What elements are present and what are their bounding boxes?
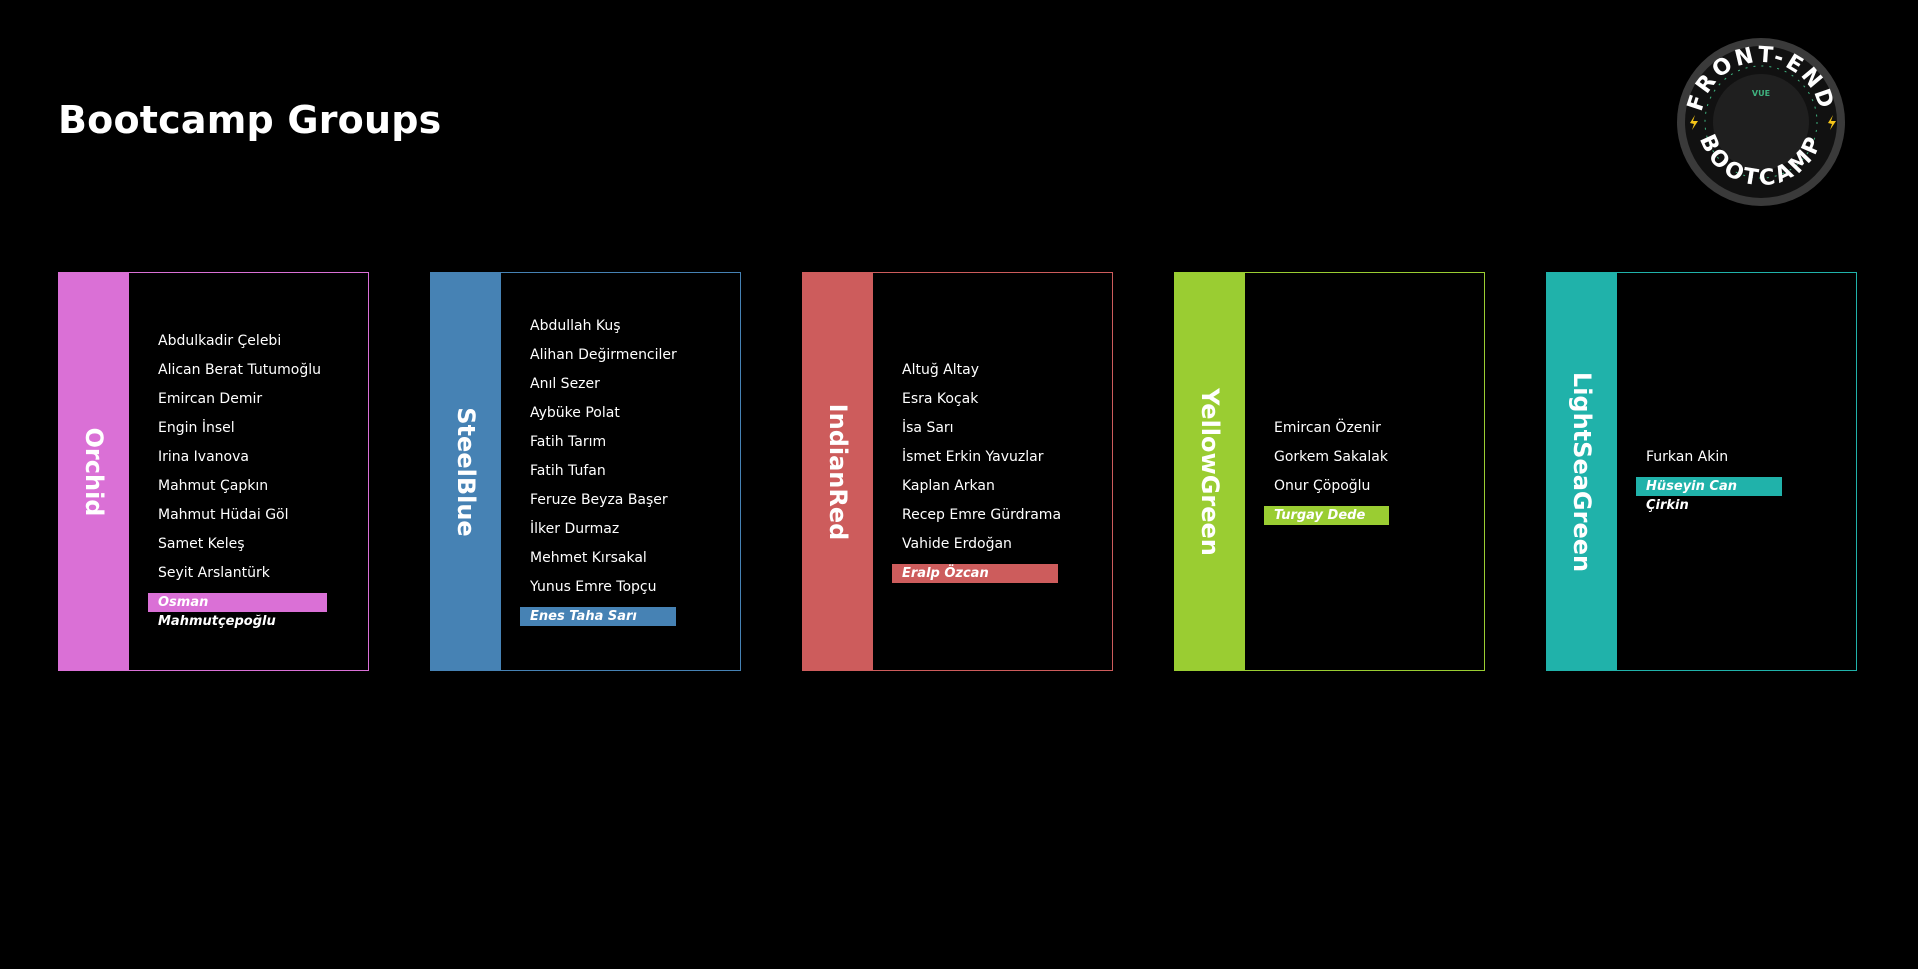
mentor-name: Turgay Dede	[1264, 505, 1389, 525]
front-end-bootcamp-logo: FRONT-END BOOTCAMP VUE	[1677, 38, 1845, 206]
member-name: İlker Durmaz	[530, 521, 620, 537]
group-color-bar: YellowGreen	[1174, 272, 1245, 671]
member-name: Gorkem Sakalak	[1274, 448, 1388, 465]
member-name: Furkan Akin	[1646, 448, 1729, 465]
member-name: Mahmut Çapkın	[158, 477, 269, 494]
mentor-name: Hüseyin Can Çirkin	[1636, 476, 1782, 513]
member-name: Emircan Demir	[158, 390, 263, 407]
member-name: Mahmut Hüdai Göl	[158, 506, 289, 523]
member-list: Abdullah Kuş Alihan Değirmenciler Anıl S…	[501, 273, 740, 670]
member-name: İsmet Erkin Yavuzlar	[902, 448, 1044, 465]
member-name: İsa Sarı	[902, 419, 954, 436]
mentor-name: Osman Mahmutçepoğlu	[148, 592, 327, 629]
member-name: Engin İnsel	[158, 419, 235, 436]
member-name: Fatih Tufan	[530, 463, 606, 479]
member-name: Altuğ Altay	[902, 361, 979, 378]
group-color-bar: IndianRed	[802, 272, 873, 671]
page-title: Bootcamp Groups	[58, 98, 442, 142]
group-name: YellowGreen	[1195, 387, 1224, 556]
member-list: Altuğ Altay Esra Koçak İsa Sarı İsmet Er…	[873, 273, 1112, 670]
group-name: SteelBlue	[451, 406, 480, 537]
member-name: Recep Emre Gürdrama	[902, 506, 1062, 523]
group-name: IndianRed	[823, 403, 852, 540]
member-name: Feruze Beyza Başer	[530, 492, 668, 508]
member-name: Samet Keleş	[158, 535, 245, 552]
member-list: Furkan Akin Hüseyin Can Çirkin	[1617, 273, 1856, 670]
group-card-orchid: Orchid Abdulkadir Çelebi Alican Berat Tu…	[58, 272, 369, 671]
group-card-indianred: IndianRed Altuğ Altay Esra Koçak İsa Sar…	[802, 272, 1113, 671]
group-name: Orchid	[79, 427, 108, 516]
member-name: Esra Koçak	[902, 390, 979, 407]
member-name: Seyit Arslantürk	[158, 564, 270, 581]
member-name: Abdulkadir Çelebi	[158, 332, 282, 349]
group-color-bar: LightSeaGreen	[1546, 272, 1617, 671]
member-name: Anıl Sezer	[530, 376, 600, 392]
member-name: Fatih Tarım	[530, 434, 607, 450]
group-card-steelblue: SteelBlue Abdullah Kuş Alihan Değirmenci…	[430, 272, 741, 671]
member-name: Onur Çöpoğlu	[1274, 477, 1371, 494]
mentor-name: Eralp Özcan	[892, 563, 1058, 583]
group-card-yellowgreen: YellowGreen Emircan Özenir Gorkem Sakala…	[1174, 272, 1485, 671]
member-name: Alican Berat Tutumoğlu	[158, 361, 321, 378]
member-name: Mehmet Kırsakal	[530, 550, 647, 566]
group-color-bar: SteelBlue	[430, 272, 501, 671]
member-name: Yunus Emre Topçu	[530, 579, 657, 595]
member-name: Irina Ivanova	[158, 448, 249, 465]
member-list: Abdulkadir Çelebi Alican Berat Tutumoğlu…	[129, 273, 368, 670]
member-list: Emircan Özenir Gorkem Sakalak Onur Çöpoğ…	[1245, 273, 1484, 670]
logo-ring-text: VUE	[1752, 89, 1770, 98]
mentor-name: Enes Taha Sarı	[520, 607, 676, 626]
member-name: Aybüke Polat	[530, 405, 620, 421]
member-name: Vahide Erdoğan	[902, 535, 1012, 552]
member-name: Alihan Değirmenciler	[530, 347, 677, 363]
group-name: LightSeaGreen	[1567, 371, 1596, 572]
group-color-bar: Orchid	[58, 272, 129, 671]
member-name: Kaplan Arkan	[902, 477, 995, 494]
member-name: Emircan Özenir	[1274, 419, 1381, 436]
group-card-lightseagreen: LightSeaGreen Furkan Akin Hüseyin Can Çi…	[1546, 272, 1857, 671]
member-name: Abdullah Kuş	[530, 318, 621, 334]
